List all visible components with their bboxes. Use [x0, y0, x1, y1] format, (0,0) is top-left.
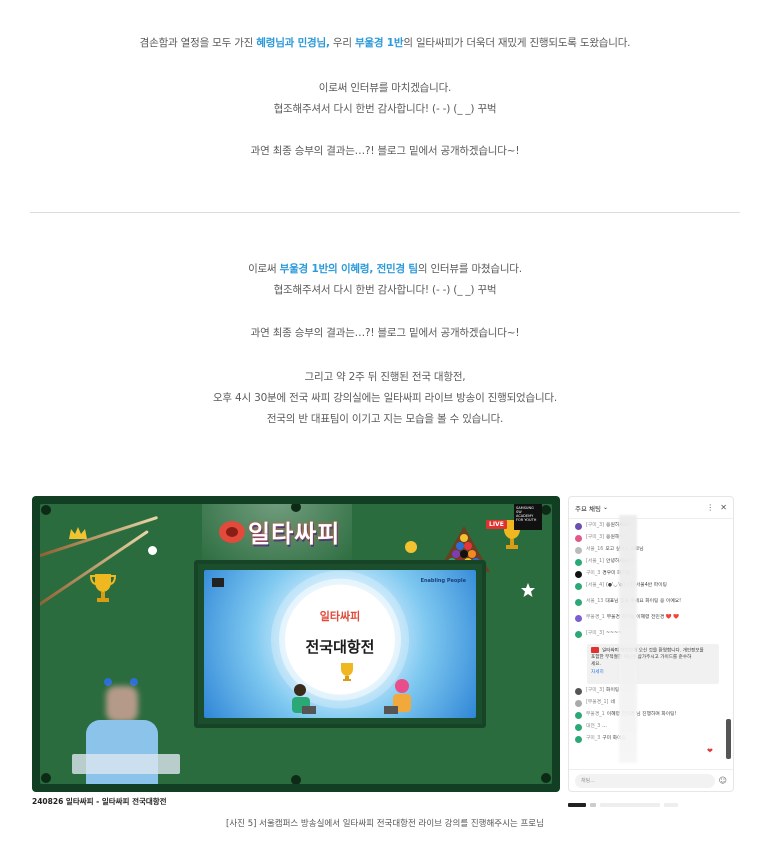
smile-icon[interactable]: ☺ [719, 776, 727, 785]
pocket [541, 505, 551, 515]
board-logo: 일타싸피 [319, 610, 361, 623]
center-board: Enabling People 일타싸피 전국대항전 [194, 560, 486, 728]
cue-ball [148, 546, 157, 555]
pocket [41, 773, 51, 783]
character-right-icon [384, 679, 411, 714]
live-line-1: 그리고 약 2주 뒤 진행된 전국 대항전, [304, 371, 466, 383]
photo-caption: [사진 5] 서울캠퍼스 방송실에서 일타싸피 전국대항전 라이브 강의를 진행… [226, 819, 544, 829]
trophy-icon [341, 663, 353, 681]
crown-icon [69, 527, 87, 539]
chat-scrollbar[interactable] [726, 523, 731, 761]
chat-footer: 채팅... ☺ [569, 769, 733, 791]
chat-message: [서울_4](●'◡'●) ~!! 서울4반 파이팅 [575, 582, 719, 598]
avatar [575, 700, 582, 707]
more-vert-icon[interactable]: ⋮ [706, 503, 714, 512]
summary-pre: 이로써 [248, 263, 280, 275]
highlight-team: 부울경 1반의 이혜령, 전민경 팀 [279, 263, 418, 275]
avatar [575, 547, 582, 554]
pocket [291, 775, 301, 785]
avatar [575, 535, 582, 542]
closing-line-2: 협조해주셔서 다시 한번 감사합니다! (- -) (_ _) 꾸벅 [273, 103, 497, 115]
star-icon [521, 583, 535, 597]
chat-mode-label[interactable]: 주요 채팅 [575, 503, 601, 513]
highlight-names: 혜령님과 민경님, [256, 37, 330, 49]
chat-bottom-bar [568, 803, 718, 809]
intro-mid: 우리 [329, 37, 355, 49]
screenshot-label: 240826 일타싸피 - 일타싸피 전국대항전 [32, 797, 167, 806]
trophy-icon [90, 574, 116, 602]
name-blur-overlay [619, 515, 637, 763]
summary-post: 의 인터뷰를 마쳤습니다. [417, 263, 522, 275]
main-logo: 일타싸피 [218, 510, 378, 550]
section-divider [30, 212, 740, 213]
intro-text: 겸손함과 열정을 모두 가진 [139, 37, 257, 49]
coin-icon [405, 541, 417, 553]
chat-message: 대전_3... [575, 723, 719, 735]
avatar [575, 712, 582, 719]
corner-logo: SAMSUNG SW ACADEMY FOR YOUTH [514, 504, 542, 530]
board-screen: Enabling People 일타싸피 전국대항전 [204, 570, 476, 718]
chat-message: [구미_3] ~~~~ [575, 630, 719, 642]
avatar [575, 736, 582, 743]
close-icon[interactable]: ✕ [720, 503, 727, 512]
avatar [575, 523, 582, 530]
pinned-notice: 일타싸피 채팅창에 오신 것을 환영합니다. 개인정보를 포함한 부적절한 채팅… [587, 644, 719, 684]
chat-message: 구미_3 경우미 화이팅 [575, 570, 719, 582]
avatar [575, 615, 582, 622]
paragraph-closing: 이로써 인터뷰를 마치겠습니다. 협조해주셔서 다시 한번 감사합니다! (- … [0, 78, 770, 120]
avatar [575, 724, 582, 731]
paragraph-summary: 이로써 부울경 1반의 이혜령, 전민경 팀의 인터뷰를 마쳤습니다. 협조해주… [0, 259, 770, 301]
chat-message: [구미_3]응원하세요! [575, 522, 719, 534]
chat-message: 부울경_1 이혜령 전민경 님 진행하며 화이팅! [575, 711, 719, 723]
chat-message: 구미_3 구미 화이팅 [575, 735, 719, 747]
closing-line-1: 이로써 인터뷰를 마치겠습니다. [318, 82, 452, 94]
live-badge: LIVE [486, 520, 507, 529]
chat-message: 서울_13 대표님 힘을 주세요 화이팅 응 이예요! [575, 598, 719, 614]
pocket [41, 505, 51, 515]
paragraph-teaser-2: 과연 최종 승부의 결과는…?! 블로그 밑에서 공개하겠습니다~! [250, 327, 520, 339]
chevron-down-icon[interactable]: ⌄ [603, 504, 608, 511]
chat-message: [구미_3] 화이팅 [575, 687, 719, 699]
chat-message: 서울_16오고 싶어요 프로님 [575, 546, 719, 558]
logo-text: 일타싸피 [248, 520, 341, 548]
blurred-face [106, 686, 138, 722]
paragraph-live: 그리고 약 2주 뒤 진행된 전국 대항전, 오후 4시 30분에 전국 싸피 … [0, 367, 770, 430]
live-chat-panel: 주요 채팅 ⌄ ⋮ ✕ [구미_3]응원하세요! [구미_3]응원해~~ 서울_… [568, 496, 734, 792]
chat-messages: [구미_3]응원하세요! [구미_3]응원해~~ 서울_16오고 싶어요 프로님… [569, 519, 723, 769]
intro-post: 의 일타싸피가 더욱더 재밌게 진행되도록 도왔습니다. [403, 37, 631, 49]
avatar [575, 599, 582, 606]
avatar [575, 571, 582, 578]
pocket [541, 773, 551, 783]
chat-message: [서울_1]안녕하세요~! [575, 558, 719, 570]
avatar [575, 631, 582, 638]
chat-message: [부울경_1] 네 [575, 699, 719, 711]
chat-message: [구미_3] 응원해~~ [575, 534, 719, 546]
avatar [575, 559, 582, 566]
highlight-class: 부울경 1반 [354, 37, 404, 49]
enabling-people-logo: Enabling People [420, 578, 466, 584]
paragraph-intro: 겸손함과 열정을 모두 가진 혜령님과 민경님, 우리 부울경 1반의 일타싸피… [0, 33, 770, 54]
avatar [575, 583, 582, 590]
chat-input[interactable]: 채팅... [575, 773, 715, 788]
paragraph-teaser: 과연 최종 승부의 결과는…?! 블로그 밑에서 공개하겠습니다~! [250, 145, 520, 157]
scrollbar-thumb[interactable] [726, 719, 731, 759]
live-line-3: 전국의 반 대표팀이 이기고 지는 모습을 볼 수 있습니다. [266, 413, 504, 425]
youtube-icon [591, 647, 599, 653]
brand-mark-icon [212, 578, 224, 587]
character-left-icon [292, 684, 316, 714]
more-link[interactable]: 자세히 [591, 670, 715, 677]
board-title: 전국대항전 [305, 638, 375, 656]
heart-icon: ❤ [707, 747, 713, 755]
chat-header: 주요 채팅 ⌄ ⋮ ✕ [569, 497, 733, 519]
broadcast-screenshot: 일타싸피 LIVE SAMSUNG SW ACADEMY FOR YOUTH E… [32, 496, 560, 792]
avatar [575, 688, 582, 695]
desk-strip [72, 754, 180, 774]
chat-message: 부울경_1 부울경 화이팅 이혜령 전민경 ❤️ ❤️ [575, 614, 719, 630]
live-line-2: 오후 4시 30분에 전국 싸피 강의실에는 일타싸피 라이브 방송이 진행되었… [212, 392, 558, 404]
summary-line-2: 협조해주셔서 다시 한번 감사합니다! (- -) (_ _) 꾸벅 [273, 284, 497, 296]
